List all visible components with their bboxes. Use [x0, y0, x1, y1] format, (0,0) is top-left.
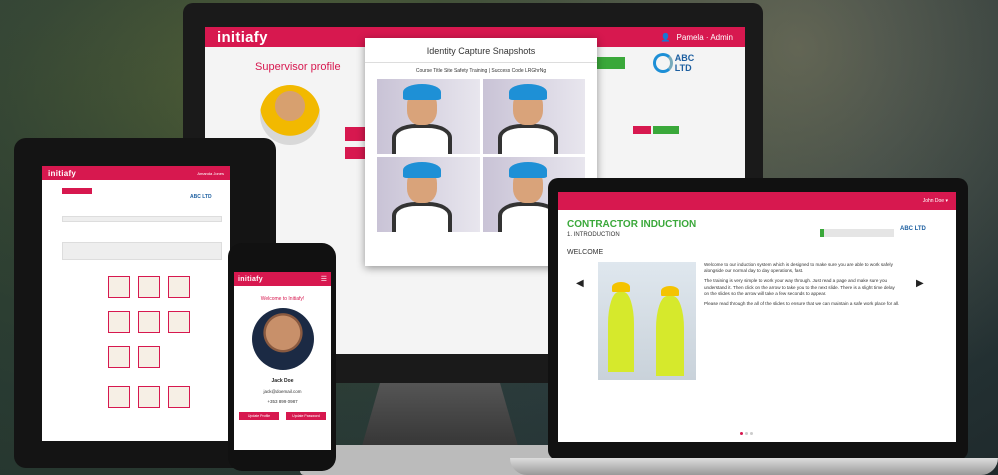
slide-paragraph: Please read through the all of the slide…: [704, 300, 900, 306]
tablet-user-menu[interactable]: Amanda Jones: [197, 171, 224, 176]
snapshot-image[interactable]: [377, 157, 480, 232]
slide-text: Welcome to our induction system which is…: [704, 262, 900, 311]
profile-name: Jack Doe: [271, 378, 294, 384]
document-tile[interactable]: [138, 311, 160, 333]
next-arrow-icon[interactable]: ▶: [916, 278, 924, 289]
course-section: 1. INTRODUCTION: [567, 232, 620, 238]
phone-topbar: initiafy ☰: [234, 272, 331, 286]
slide-pagination: [740, 432, 753, 435]
tablet-topbar: initiafy Amanda Jones: [42, 166, 230, 180]
welcome-text: Welcome to Initiafy!: [260, 296, 305, 302]
document-tile[interactable]: [168, 276, 190, 298]
prev-arrow-icon[interactable]: ◀: [576, 278, 584, 289]
profile-action-button-2[interactable]: [345, 147, 367, 159]
profile-phone: +353 899 0987: [267, 399, 298, 404]
profile-action-button[interactable]: [345, 127, 367, 141]
document-tile[interactable]: [108, 386, 130, 408]
laptop-topbar: John Doe ▾: [558, 192, 956, 210]
user-icon: 👤: [660, 32, 671, 42]
slide-heading: WELCOME: [567, 249, 604, 256]
document-tile[interactable]: [138, 276, 160, 298]
course-progress-bar: [820, 229, 894, 237]
tablet-tab-button[interactable]: [62, 188, 92, 194]
tablet-logo[interactable]: initiafy: [48, 169, 76, 178]
reset-button[interactable]: [633, 126, 651, 134]
page-dot[interactable]: [740, 432, 743, 435]
update-password-button[interactable]: Update Password: [286, 412, 326, 420]
snapshot-image[interactable]: [482, 79, 585, 154]
tablet-company-logo: ABC LTD: [190, 194, 212, 200]
desktop-logo[interactable]: initiafy: [217, 29, 268, 46]
document-tile[interactable]: [168, 311, 190, 333]
document-tile[interactable]: [108, 311, 130, 333]
desktop-user-label: Pamela · Admin: [676, 32, 733, 42]
laptop-company-logo: ABC LTD: [900, 226, 926, 232]
snapshot-image[interactable]: [377, 79, 480, 154]
slide-paragraph: The training is very simple to work your…: [704, 278, 895, 296]
menu-icon[interactable]: ☰: [321, 275, 327, 283]
ring-icon: [653, 53, 673, 73]
document-tile[interactable]: [168, 386, 190, 408]
modal-subtitle: Course Title Site Safety Training | Succ…: [415, 68, 547, 74]
profile-email: jack@doemail.com: [263, 389, 302, 394]
modal-title: Identity Capture Snapshots: [365, 38, 597, 63]
document-tile[interactable]: [138, 386, 160, 408]
laptop-user-menu[interactable]: John Doe ▾: [923, 198, 948, 204]
page-dot[interactable]: [745, 432, 748, 435]
phone-logo[interactable]: initiafy: [238, 276, 263, 283]
certificate-button[interactable]: [653, 126, 679, 134]
document-tile[interactable]: [108, 276, 130, 298]
update-profile-button[interactable]: Update Profile: [239, 412, 279, 420]
phone-screen: initiafy ☰ Welcome to Initiafy! Jack Doe…: [234, 272, 331, 450]
page-title: Supervisor profile: [255, 61, 341, 73]
profile-photo: [251, 308, 314, 370]
slide-image: [598, 262, 696, 380]
supervisor-avatar: [260, 85, 320, 145]
document-tile[interactable]: [108, 346, 130, 368]
tablet-screen: initiafy Amanda Jones ABC LTD: [42, 166, 230, 441]
tablet-search-panel[interactable]: [62, 242, 222, 260]
page-dot[interactable]: [750, 432, 753, 435]
course-title: CONTRACTOR INDUCTION: [567, 219, 697, 230]
laptop-screen: John Doe ▾ CONTRACTOR INDUCTION 1. INTRO…: [558, 192, 956, 442]
laptop-base: [510, 458, 998, 475]
document-tile[interactable]: [138, 346, 160, 368]
desktop-user-menu[interactable]: 👤 Pamela · Admin: [661, 33, 733, 42]
tablet-filter-bar[interactable]: [62, 216, 222, 222]
slide-paragraph: Welcome to our induction system which is…: [704, 262, 893, 274]
company-logo: ABC LTD: [653, 51, 713, 75]
